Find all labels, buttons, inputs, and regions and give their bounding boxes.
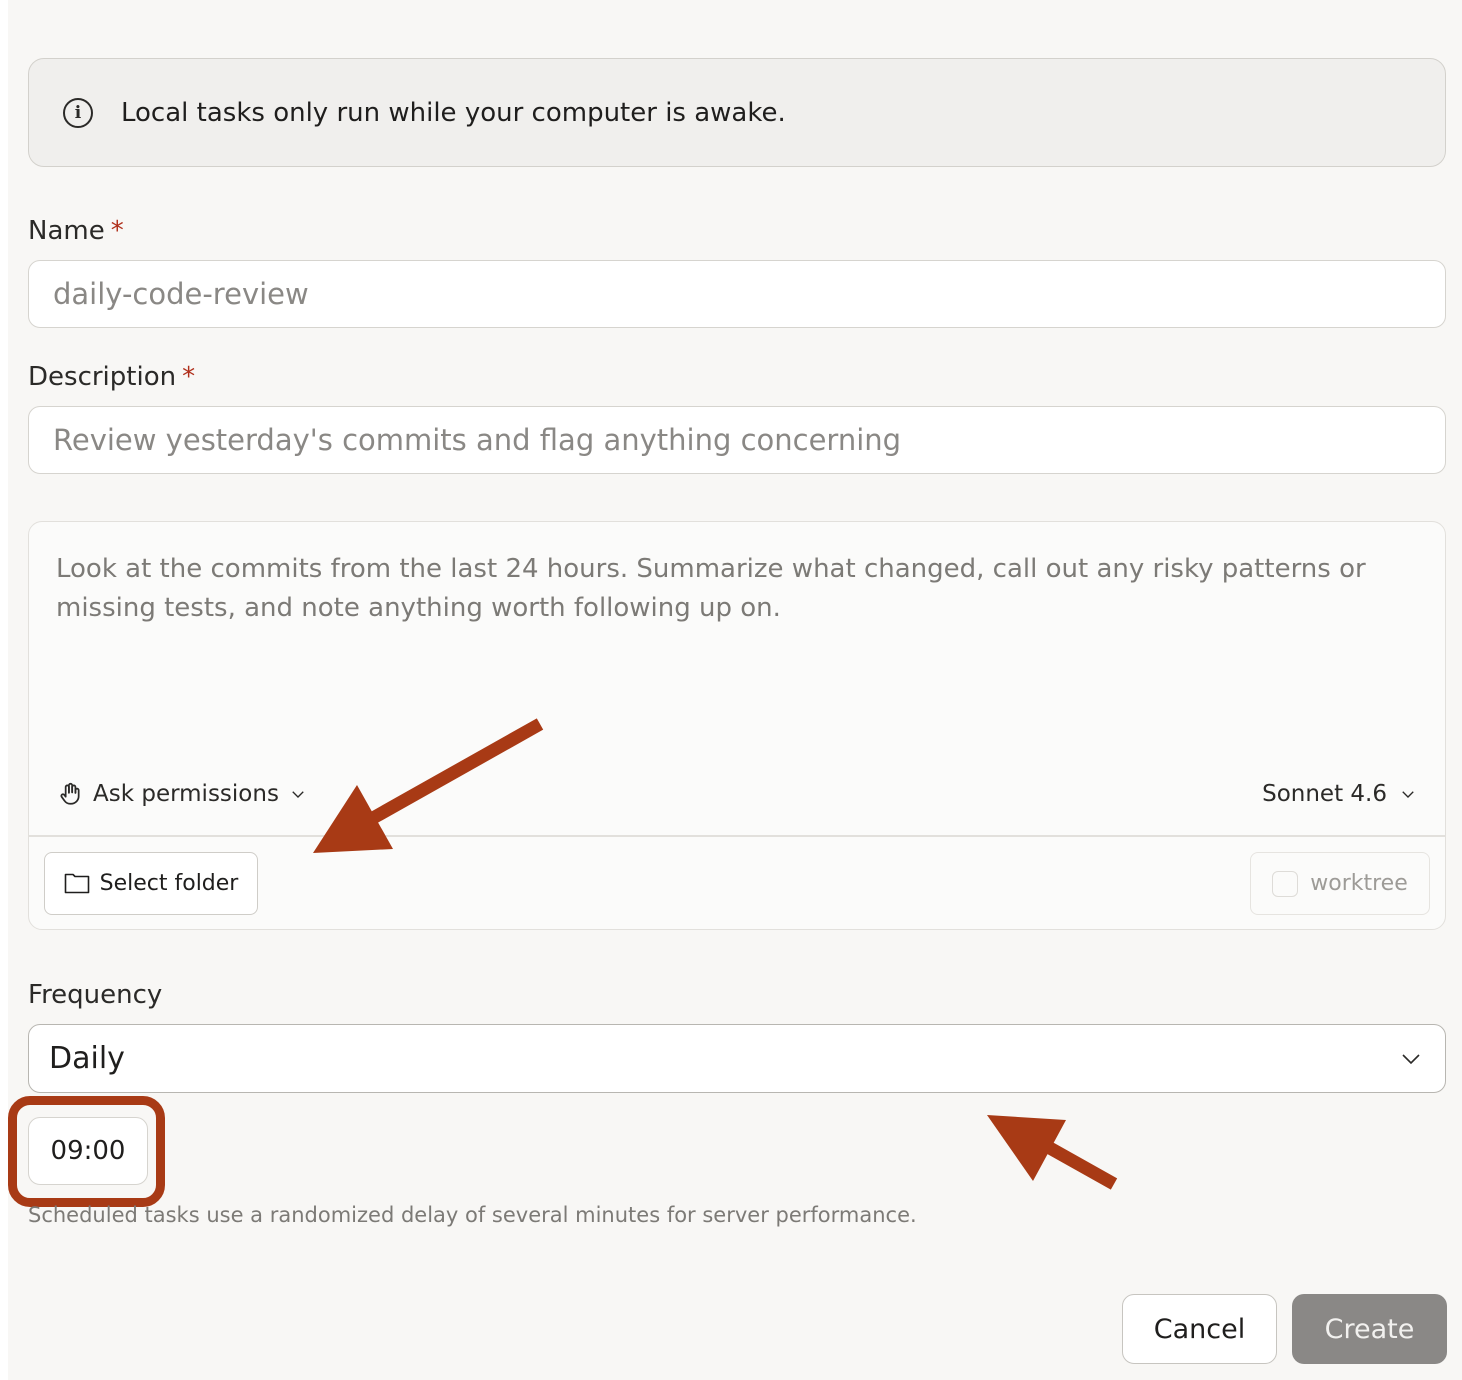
info-icon: i — [63, 97, 93, 128]
info-banner: i Local tasks only run while your comput… — [28, 58, 1446, 167]
model-dropdown[interactable]: Sonnet 4.6 — [1262, 776, 1417, 812]
prompt-text[interactable]: Look at the commits from the last 24 hou… — [56, 550, 1426, 628]
worktree-checkbox[interactable] — [1272, 870, 1299, 897]
permissions-label: Ask permissions — [93, 781, 279, 807]
name-label: Name * — [28, 216, 124, 246]
permissions-dropdown[interactable]: Ask permissions — [57, 776, 307, 812]
name-input[interactable] — [28, 260, 1446, 328]
scheduled-task-form: i Local tasks only run while your comput… — [8, 0, 1462, 1380]
folder-icon — [64, 873, 89, 893]
worktree-toggle[interactable]: worktree — [1250, 852, 1430, 915]
cancel-button[interactable]: Cancel — [1122, 1294, 1277, 1364]
model-label: Sonnet 4.6 — [1262, 781, 1387, 807]
chevron-down-icon — [292, 791, 304, 798]
info-banner-text: Local tasks only run while your computer… — [121, 97, 786, 128]
hand-icon — [60, 782, 80, 805]
required-asterisk: * — [182, 362, 196, 392]
divider — [29, 835, 1445, 837]
description-label: Description * — [28, 362, 196, 392]
select-folder-button[interactable]: Select folder — [44, 852, 258, 915]
frequency-select[interactable]: Daily — [28, 1024, 1446, 1093]
required-asterisk: * — [110, 216, 124, 246]
description-input[interactable] — [28, 406, 1446, 474]
prompt-editor[interactable]: Look at the commits from the last 24 hou… — [28, 521, 1446, 930]
frequency-value: Daily — [49, 1041, 125, 1076]
chevron-down-icon — [1402, 1053, 1420, 1064]
select-folder-label: Select folder — [99, 871, 239, 896]
create-button[interactable]: Create — [1292, 1294, 1447, 1364]
worktree-label: worktree — [1310, 871, 1408, 896]
time-input[interactable] — [28, 1117, 148, 1185]
frequency-label: Frequency — [28, 980, 163, 1010]
schedule-hint: Scheduled tasks use a randomized delay o… — [28, 1203, 917, 1227]
chevron-down-icon — [1402, 791, 1414, 798]
